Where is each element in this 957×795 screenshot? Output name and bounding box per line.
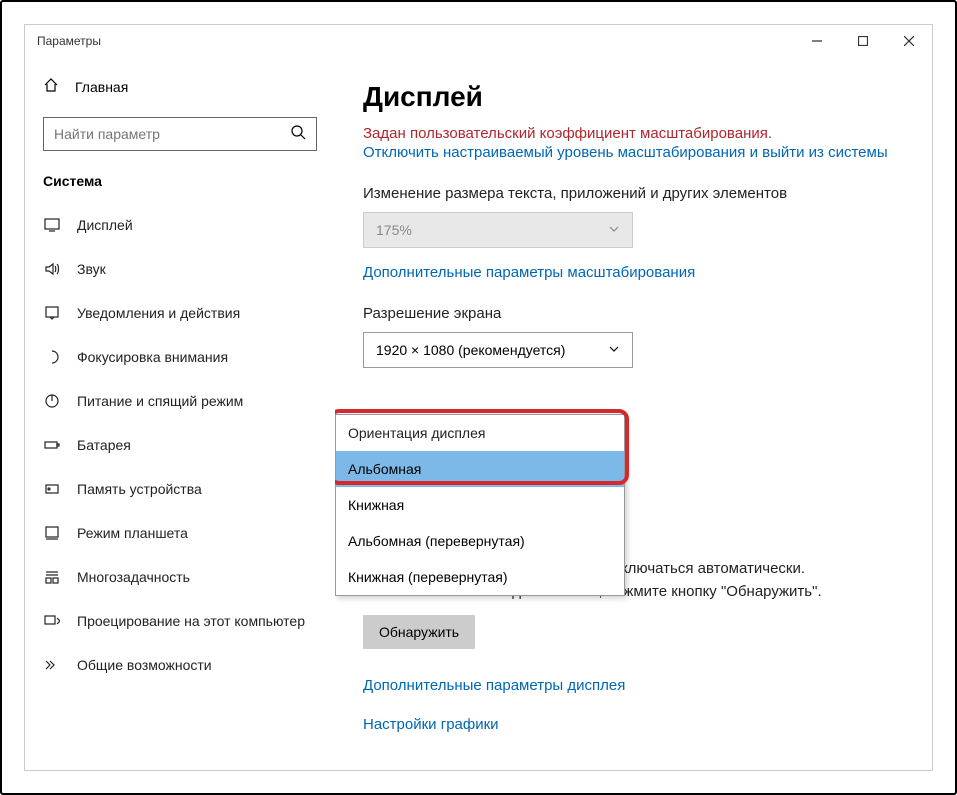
- power-icon: [43, 393, 61, 409]
- category-title: Система: [25, 167, 335, 203]
- detect-button[interactable]: Обнаружить: [363, 615, 475, 649]
- sidebar: Главная Система Дисплей Звук Уведомления и…: [25, 57, 335, 770]
- orientation-option[interactable]: Книжная: [336, 487, 624, 523]
- resolution-label: Разрешение экрана: [363, 305, 904, 322]
- sidebar-item-0[interactable]: Дисплей: [25, 203, 335, 247]
- sidebar-item-2[interactable]: Уведомления и действия: [25, 291, 335, 335]
- home-label: Главная: [75, 79, 128, 95]
- sidebar-item-6[interactable]: Память устройства: [25, 467, 335, 511]
- sidebar-item-label: Батарея: [77, 437, 131, 453]
- scale-dropdown[interactable]: 175%: [363, 212, 633, 248]
- window-title: Параметры: [37, 34, 101, 48]
- close-button[interactable]: [886, 25, 932, 57]
- sidebar-item-4[interactable]: Питание и спящий режим: [25, 379, 335, 423]
- chevron-down-icon: [608, 342, 620, 358]
- sidebar-item-label: Проецирование на этот компьютер: [77, 613, 305, 629]
- titlebar: Параметры: [25, 25, 932, 57]
- scale-label: Изменение размера текста, приложений и д…: [363, 185, 904, 202]
- storage-icon: [43, 481, 61, 497]
- search-icon: [290, 124, 306, 145]
- home-button[interactable]: Главная: [25, 67, 335, 107]
- sidebar-item-label: Уведомления и действия: [77, 305, 240, 321]
- sidebar-item-label: Общие возможности: [77, 657, 212, 673]
- page-title: Дисплей: [363, 81, 904, 113]
- orientation-option[interactable]: Книжная (перевернутая): [336, 559, 624, 595]
- battery-icon: [43, 437, 61, 453]
- minimize-button[interactable]: [794, 25, 840, 57]
- sidebar-item-7[interactable]: Режим планшета: [25, 511, 335, 555]
- display-icon: [43, 217, 61, 233]
- sidebar-item-8[interactable]: Многозадачность: [25, 555, 335, 599]
- maximize-button[interactable]: [840, 25, 886, 57]
- sidebar-item-5[interactable]: Батарея: [25, 423, 335, 467]
- disable-scale-link[interactable]: Отключить настраиваемый уровень масштаби…: [363, 144, 888, 161]
- orientation-option[interactable]: Альбомная: [336, 451, 624, 487]
- orientation-option[interactable]: Альбомная (перевернутая): [336, 523, 624, 559]
- advanced-display-link[interactable]: Дополнительные параметры дисплея: [363, 677, 625, 694]
- sidebar-item-3[interactable]: Фокусировка внимания: [25, 335, 335, 379]
- scale-warning: Задан пользовательский коэффициент масшт…: [363, 125, 904, 142]
- sidebar-item-label: Питание и спящий режим: [77, 393, 243, 409]
- multitask-icon: [43, 569, 61, 585]
- graphics-settings-link[interactable]: Настройки графики: [363, 716, 499, 733]
- project-icon: [43, 613, 61, 629]
- sound-icon: [43, 261, 61, 277]
- search-input[interactable]: [43, 117, 317, 151]
- home-icon: [43, 77, 59, 98]
- orientation-dropdown[interactable]: Ориентация дисплея АльбомнаяКнижнаяАльбо…: [335, 414, 625, 596]
- sidebar-item-label: Многозадачность: [77, 569, 190, 585]
- tablet-icon: [43, 525, 61, 541]
- sidebar-item-label: Режим планшета: [77, 525, 188, 541]
- sidebar-item-10[interactable]: Общие возможности: [25, 643, 335, 687]
- notify-icon: [43, 305, 61, 321]
- sidebar-item-label: Память устройства: [77, 481, 202, 497]
- resolution-dropdown[interactable]: 1920 × 1080 (рекомендуется): [363, 332, 633, 368]
- orientation-label: Ориентация дисплея: [336, 415, 624, 451]
- sidebar-item-9[interactable]: Проецирование на этот компьютер: [25, 599, 335, 643]
- focus-icon: [43, 349, 61, 365]
- chevron-down-icon: [608, 222, 620, 238]
- advanced-scale-link[interactable]: Дополнительные параметры масштабирования: [363, 264, 695, 281]
- sidebar-item-1[interactable]: Звук: [25, 247, 335, 291]
- sidebar-item-label: Дисплей: [77, 217, 133, 233]
- main-panel: Дисплей Задан пользовательский коэффицие…: [335, 57, 932, 770]
- sidebar-item-label: Звук: [77, 261, 106, 277]
- shared-icon: [43, 657, 61, 673]
- sidebar-item-label: Фокусировка внимания: [77, 349, 228, 365]
